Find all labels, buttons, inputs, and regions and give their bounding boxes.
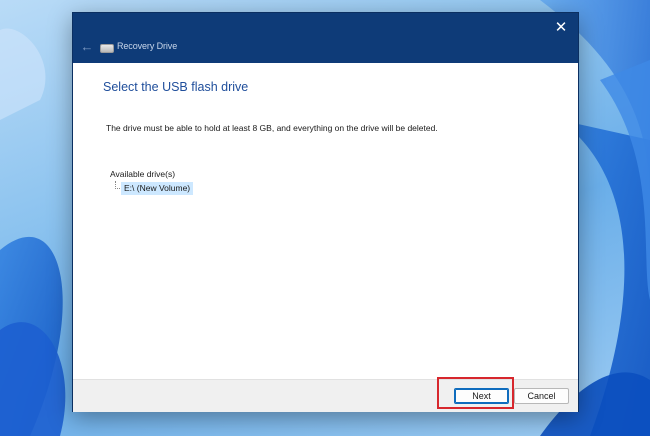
window-title: Recovery Drive [117, 41, 178, 51]
drive-icon [100, 44, 114, 53]
recovery-drive-dialog: ✕ ← Recovery Drive Select the USB flash … [72, 12, 579, 412]
page-heading: Select the USB flash drive [103, 80, 249, 94]
available-drives-label: Available drive(s) [110, 169, 176, 179]
cancel-button[interactable]: Cancel [514, 388, 569, 404]
next-button[interactable]: Next [454, 388, 509, 404]
drive-list-item[interactable]: E:\ (New Volume) [121, 182, 194, 195]
back-arrow-icon[interactable]: ← [79, 39, 95, 55]
title-bar: ✕ ← Recovery Drive [73, 13, 578, 63]
wizard-footer: Next Cancel [73, 379, 578, 412]
wizard-content: Select the USB flash drive The drive mus… [73, 63, 578, 379]
close-icon[interactable]: ✕ [550, 17, 572, 39]
page-description: The drive must be able to hold at least … [106, 123, 438, 133]
